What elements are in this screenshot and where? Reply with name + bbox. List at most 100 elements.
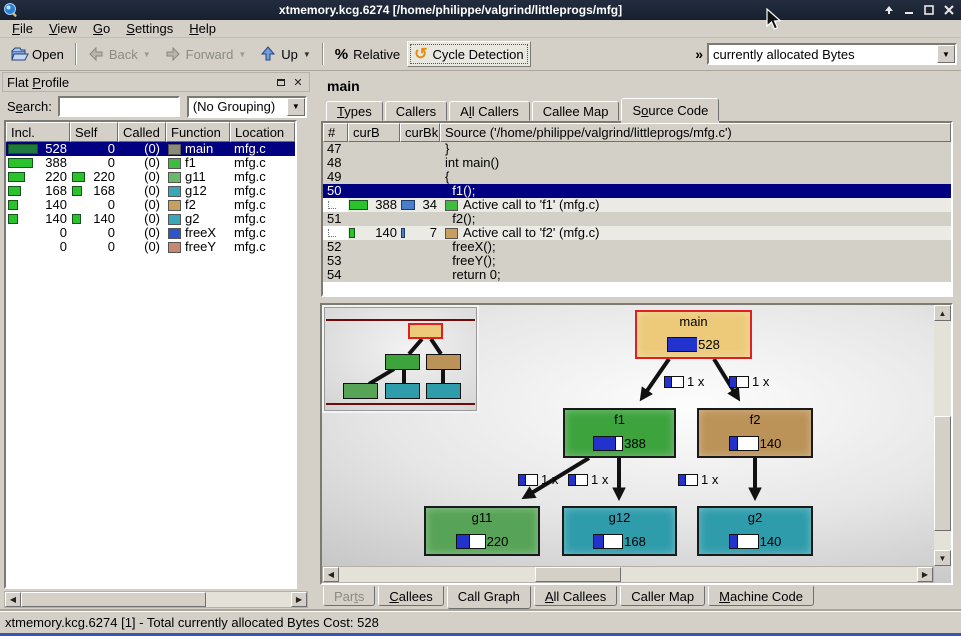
maximize-button[interactable] bbox=[922, 3, 936, 17]
vertical-splitter[interactable] bbox=[312, 72, 320, 612]
combo-dropdown-icon[interactable]: ▼ bbox=[287, 98, 305, 116]
source-call-row-f1[interactable]: 388 34 Active call to 'f1' (mfg.c) bbox=[323, 198, 951, 212]
tab-types[interactable]: Types bbox=[326, 101, 383, 121]
percent-icon: % bbox=[335, 46, 348, 63]
close-button[interactable] bbox=[942, 3, 956, 17]
scrollbar-thumb[interactable] bbox=[535, 567, 621, 582]
tab-all-callers[interactable]: All Callers bbox=[449, 101, 530, 121]
source-line[interactable]: 48int main() bbox=[323, 156, 951, 170]
scroll-right-icon[interactable]: ▶ bbox=[291, 592, 307, 607]
grouping-combobox[interactable]: (No Grouping) ▼ bbox=[187, 96, 307, 118]
title-bar: xtmemory.kcg.6274 [/home/philippe/valgri… bbox=[0, 0, 961, 20]
menu-view[interactable]: View bbox=[41, 20, 85, 37]
combo-dropdown-icon[interactable]: ▼ bbox=[937, 45, 955, 63]
table-row-main[interactable]: 528 0 (0) main mfg.c bbox=[6, 142, 295, 156]
cycle-arrow-icon: ↺ bbox=[414, 44, 427, 64]
column-header-self[interactable]: Self bbox=[70, 122, 118, 142]
source-line[interactable]: 53 freeY(); bbox=[323, 254, 951, 268]
tab-callees[interactable]: Callees bbox=[378, 586, 443, 606]
selected-function-title: main bbox=[327, 78, 360, 94]
table-row-freeY[interactable]: 0 0 (0) freeY mfg.c bbox=[6, 240, 295, 254]
table-row-g2[interactable]: 140 140 (0) g2 mfg.c bbox=[6, 212, 295, 226]
menu-go[interactable]: Go bbox=[85, 20, 118, 37]
column-header-called[interactable]: Called bbox=[118, 122, 166, 142]
table-row-f1[interactable]: 388 0 (0) f1 mfg.c bbox=[6, 156, 295, 170]
source-call-row-f2[interactable]: 140 7 Active call to 'f2' (mfg.c) bbox=[323, 226, 951, 240]
graph-node-g2[interactable]: g2 140 bbox=[697, 506, 813, 556]
graph-node-f1[interactable]: f1 388 bbox=[563, 408, 676, 458]
source-line[interactable]: 51 f2(); bbox=[323, 212, 951, 226]
column-header-source[interactable]: Source ('/home/philippe/valgrind/littlep… bbox=[440, 123, 951, 142]
search-input[interactable] bbox=[58, 96, 180, 117]
back-button[interactable]: Back ▼ bbox=[81, 41, 158, 67]
flat-profile-header: Incl. Self Called Function Location bbox=[6, 122, 295, 142]
graph-overview-minimap[interactable] bbox=[322, 305, 479, 413]
column-header-curB[interactable]: curB bbox=[348, 123, 400, 142]
scroll-right-icon[interactable]: ▶ bbox=[917, 567, 933, 582]
open-button[interactable]: Open bbox=[4, 41, 71, 67]
source-line[interactable]: 54 return 0; bbox=[323, 268, 951, 282]
cost-bar bbox=[667, 337, 697, 352]
scroll-left-icon[interactable]: ◀ bbox=[323, 567, 339, 582]
flat-profile-dock-header: Flat Profile ✕ bbox=[2, 72, 310, 92]
event-type-combobox[interactable]: currently allocated Bytes ▼ bbox=[707, 43, 957, 65]
column-header-line[interactable]: # bbox=[323, 123, 348, 142]
relative-toggle-button[interactable]: % Relative bbox=[328, 41, 407, 67]
source-line[interactable]: 47} bbox=[323, 142, 951, 156]
node-cost: 140 bbox=[760, 534, 782, 549]
graph-hscrollbar[interactable]: ◀ ▶ bbox=[322, 566, 934, 583]
tab-callee-map[interactable]: Callee Map bbox=[532, 101, 620, 121]
table-row-g12[interactable]: 168 168 (0) g12 mfg.c bbox=[6, 184, 295, 198]
scroll-down-icon[interactable]: ▼ bbox=[934, 550, 951, 566]
column-header-function[interactable]: Function bbox=[166, 122, 230, 142]
menu-help[interactable]: Help bbox=[181, 20, 224, 37]
dock-close-icon[interactable]: ✕ bbox=[291, 76, 305, 89]
source-line[interactable]: 52 freeX(); bbox=[323, 240, 951, 254]
graph-node-main[interactable]: main 528 bbox=[635, 310, 752, 359]
flat-profile-hscrollbar[interactable]: ◀ ▶ bbox=[4, 591, 308, 608]
table-row-freeX[interactable]: 0 0 (0) freeX mfg.c bbox=[6, 226, 295, 240]
graph-node-g12[interactable]: g12 168 bbox=[562, 506, 677, 556]
shade-button[interactable] bbox=[882, 3, 896, 17]
minimap-node-g12 bbox=[385, 383, 420, 399]
node-label: f2 bbox=[750, 412, 761, 427]
graph-node-g11[interactable]: g11 220 bbox=[424, 506, 540, 556]
app-icon bbox=[3, 2, 19, 18]
menu-settings[interactable]: Settings bbox=[118, 20, 181, 37]
tab-all-callees[interactable]: All Callees bbox=[534, 586, 617, 606]
up-button[interactable]: Up ▼ bbox=[253, 41, 318, 67]
minimap-node-main bbox=[408, 323, 443, 339]
function-color-swatch bbox=[445, 200, 458, 211]
dock-float-icon[interactable] bbox=[274, 76, 288, 89]
minimize-button[interactable] bbox=[902, 3, 916, 17]
column-header-curBk[interactable]: curBk bbox=[400, 123, 440, 142]
node-label: f1 bbox=[614, 412, 625, 427]
source-line[interactable]: 49{ bbox=[323, 170, 951, 184]
scrollbar-thumb[interactable] bbox=[934, 416, 951, 531]
forward-button[interactable]: Forward ▼ bbox=[158, 41, 254, 67]
column-header-incl[interactable]: Incl. bbox=[6, 122, 70, 142]
call-graph-view[interactable]: main 528 f1 388 f2 140 g11 220 g12 168 g… bbox=[320, 303, 953, 585]
tab-call-graph[interactable]: Call Graph bbox=[447, 586, 531, 609]
toolbar-overflow-chevron[interactable]: » bbox=[695, 46, 703, 62]
dock-title: Flat Profile bbox=[7, 75, 69, 90]
table-row-f2[interactable]: 140 0 (0) f2 mfg.c bbox=[6, 198, 295, 212]
table-row-g11[interactable]: 220 220 (0) g11 mfg.c bbox=[6, 170, 295, 184]
node-cost: 528 bbox=[698, 337, 720, 352]
source-line-selected[interactable]: 50 f1(); bbox=[323, 184, 951, 198]
scrollbar-thumb[interactable] bbox=[21, 592, 206, 607]
tab-caller-map[interactable]: Caller Map bbox=[620, 586, 705, 606]
tab-callers[interactable]: Callers bbox=[385, 101, 447, 121]
node-cost: 168 bbox=[624, 534, 646, 549]
menu-file[interactable]: File bbox=[4, 20, 41, 37]
minimap-node-f1 bbox=[385, 354, 420, 370]
scroll-left-icon[interactable]: ◀ bbox=[5, 592, 21, 607]
cycle-detection-button[interactable]: ↺ Cycle Detection bbox=[407, 41, 530, 67]
scroll-up-icon[interactable]: ▲ bbox=[934, 305, 951, 321]
tab-source-code[interactable]: Source Code bbox=[621, 98, 719, 121]
graph-vscrollbar[interactable]: ▲ ▼ bbox=[934, 305, 951, 566]
graph-node-f2[interactable]: f2 140 bbox=[697, 408, 813, 458]
tab-machine-code[interactable]: Machine Code bbox=[708, 586, 814, 606]
tab-parts[interactable]: Parts bbox=[323, 586, 375, 606]
column-header-location[interactable]: Location bbox=[230, 122, 295, 142]
